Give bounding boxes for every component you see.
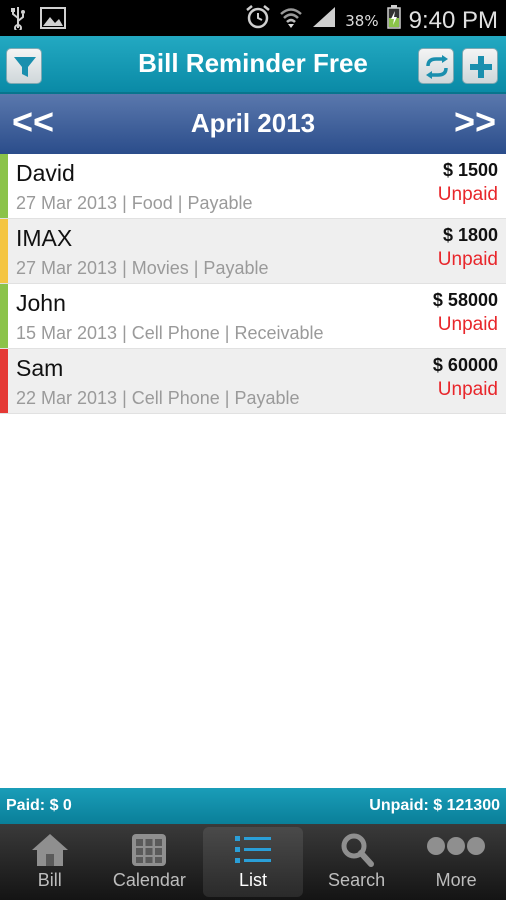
bill-row[interactable]: Sam 22 Mar 2013 | Cell Phone | Payable $…: [0, 349, 506, 414]
search-icon: [341, 833, 374, 867]
add-bill-button[interactable]: [462, 48, 498, 84]
bill-details: 27 Mar 2013 | Food | Payable: [16, 193, 253, 213]
tab-label: List: [238, 870, 267, 890]
bill-status: Unpaid: [437, 184, 498, 205]
bill-payee: David: [16, 160, 75, 186]
usb-icon: [10, 6, 26, 37]
alarm-icon: [245, 4, 271, 37]
wifi-icon: [279, 5, 303, 36]
clock: 9:40 PM: [408, 6, 498, 34]
tab-label: More: [435, 870, 477, 890]
bill-amount: $ 1800: [442, 225, 498, 245]
tab-label: Bill: [37, 870, 62, 890]
signal-icon: [311, 5, 337, 36]
list-icon: [234, 836, 271, 863]
category-color-stripe: [0, 284, 8, 348]
battery-icon: [386, 5, 401, 36]
category-color-stripe: [0, 219, 8, 283]
category-color-stripe: [0, 154, 8, 218]
bill-list: David 27 Mar 2013 | Food | Payable $ 150…: [0, 154, 506, 414]
tab-calendar[interactable]: Calendar: [100, 824, 200, 900]
more-icon: [427, 837, 486, 855]
totals-bar: Paid: $ 0 Unpaid: $ 121300: [0, 788, 506, 824]
bill-payee: IMAX: [16, 225, 73, 251]
bill-status: Unpaid: [437, 314, 498, 335]
unpaid-total: Unpaid: $ 121300: [369, 797, 500, 814]
month-navigation: << April 2013 >>: [0, 94, 506, 154]
tab-list[interactable]: List: [203, 827, 303, 897]
image-icon: [40, 7, 66, 36]
bill-details: 27 Mar 2013 | Movies | Payable: [16, 258, 269, 278]
plus-icon: [470, 56, 492, 78]
tab-label: Calendar: [112, 870, 186, 890]
bill-row[interactable]: David 27 Mar 2013 | Food | Payable $ 150…: [0, 154, 506, 219]
bill-status: Unpaid: [437, 249, 498, 270]
battery-percent: 38%: [345, 11, 379, 30]
bill-row[interactable]: IMAX 27 Mar 2013 | Movies | Payable $ 18…: [0, 219, 506, 284]
bill-payee: John: [16, 290, 66, 316]
paid-total: Paid: $ 0: [6, 797, 72, 814]
current-month: April 2013: [190, 108, 316, 138]
bill-details: 22 Mar 2013 | Cell Phone | Payable: [16, 388, 300, 408]
bill-row[interactable]: John 15 Mar 2013 | Cell Phone | Receivab…: [0, 284, 506, 349]
tab-more[interactable]: More: [406, 824, 506, 900]
bottom-navigation: Bill Calendar List Search More: [0, 824, 506, 900]
tab-bill[interactable]: Bill: [0, 824, 100, 900]
home-icon: [31, 834, 68, 866]
bill-amount: $ 1500: [442, 160, 498, 180]
next-month-button[interactable]: >>: [454, 104, 496, 140]
refresh-icon: [426, 55, 448, 79]
tab-label: Search: [328, 870, 386, 890]
bill-status: Unpaid: [437, 379, 498, 400]
status-bar: 38% 9:40 PM: [0, 0, 506, 36]
bill-amount: $ 60000: [432, 355, 498, 375]
refresh-button[interactable]: [418, 48, 454, 84]
bill-details: 15 Mar 2013 | Cell Phone | Receivable: [16, 323, 324, 343]
category-color-stripe: [0, 349, 8, 413]
calendar-icon: [132, 834, 167, 866]
bill-amount: $ 58000: [432, 290, 498, 310]
bill-payee: Sam: [16, 355, 64, 381]
tab-search[interactable]: Search: [307, 824, 407, 900]
app-header: Bill Reminder Free: [0, 36, 506, 94]
